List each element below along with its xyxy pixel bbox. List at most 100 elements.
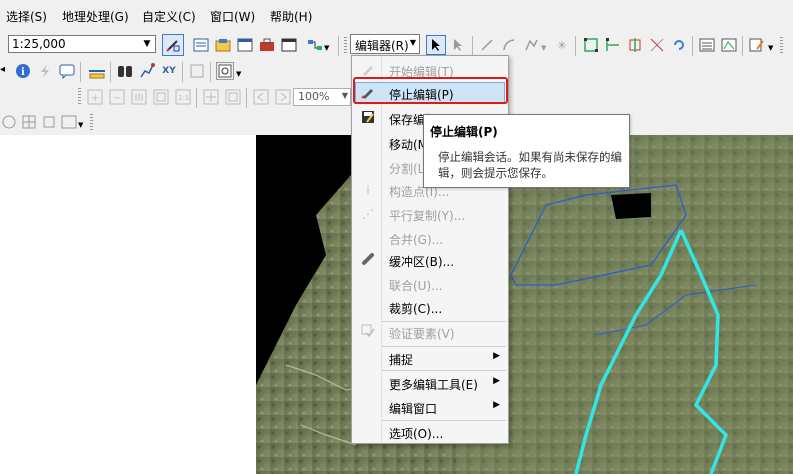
identify-icon[interactable]: i: [14, 62, 32, 80]
html-popup-icon[interactable]: [58, 62, 76, 80]
sketch-properties-icon[interactable]: [720, 36, 738, 54]
layout-zoom-in-icon[interactable]: +: [86, 88, 104, 106]
toolbar-grip[interactable]: [780, 37, 783, 55]
find-icon[interactable]: [116, 62, 134, 80]
highlight-callout-box: [353, 77, 508, 104]
copy-parallel-icon: ⋰: [362, 207, 374, 221]
toolbar-separator: [210, 62, 211, 82]
menu-item-validate-features[interactable]: 验证要素(V): [352, 320, 508, 344]
arctoolbox-icon[interactable]: [258, 36, 276, 54]
point-tool-icon[interactable]: ✳: [553, 36, 571, 54]
fixed-zoom-in-icon[interactable]: [202, 88, 220, 106]
scale-value: 1:25,000: [12, 37, 66, 51]
rotate-tool-icon[interactable]: [670, 36, 688, 54]
toolbar-separator: [196, 88, 197, 108]
measure-icon[interactable]: [88, 62, 106, 80]
validate-features-icon: [360, 324, 376, 340]
tooltip-body: 停止编辑会话。如果有尚未保存的编辑，则会提示您保存。: [438, 150, 622, 180]
hyperlink-icon[interactable]: [36, 62, 54, 80]
chevron-down-icon[interactable]: ▼: [324, 44, 329, 52]
menu-item-snapping[interactable]: 捕捉 ▶: [352, 346, 508, 370]
endpoint-arc-icon[interactable]: [500, 36, 518, 54]
toolbar-separator: [472, 36, 473, 56]
attributes-icon[interactable]: [698, 36, 716, 54]
toolbar-separator: [246, 88, 247, 108]
scale-combobox[interactable]: 1:25,000 ▼: [8, 35, 156, 53]
toolbar-separator: [338, 36, 339, 56]
zoom-value: 100%: [298, 90, 330, 103]
go-to-xy-icon[interactable]: XY: [160, 62, 178, 80]
edit-vertices-icon[interactable]: [582, 36, 600, 54]
menu-select[interactable]: 选择(S): [6, 8, 47, 25]
grid-tool-icon[interactable]: [20, 113, 38, 131]
menu-bar: 选择(S) 地理处理(G) 自定义(C) 窗口(W) 帮助(H): [0, 0, 793, 30]
square-tool-icon[interactable]: [40, 113, 58, 131]
svg-text:−: −: [113, 93, 121, 104]
edit-annotation-tool-icon[interactable]: [450, 36, 468, 54]
chevron-down-icon[interactable]: ▼: [139, 36, 155, 52]
menu-item-label: 更多编辑工具(E): [389, 378, 478, 392]
straight-segment-icon[interactable]: [478, 36, 496, 54]
submenu-arrow-icon: ▶: [493, 376, 500, 386]
toolbar-separator: [182, 62, 183, 82]
reshape-feature-icon[interactable]: [604, 36, 622, 54]
menu-help[interactable]: 帮助(H): [270, 8, 312, 25]
chevron-down-icon[interactable]: ▼: [78, 121, 83, 129]
split-tool-icon[interactable]: [648, 36, 666, 54]
standard-toolbar: 1:25,000 ▼ ▼ 编辑器(R) ▼ ▼ ✳ ▼: [0, 30, 793, 58]
toolbar-grip[interactable]: [90, 114, 93, 132]
menu-item-merge[interactable]: 合并(G)...: [352, 226, 508, 250]
create-features-icon[interactable]: [748, 36, 766, 54]
python-window-icon[interactable]: [280, 36, 298, 54]
menu-item-label: 平行复制(Y)...: [389, 209, 466, 223]
go-forward-extent-icon[interactable]: [274, 88, 292, 106]
layout-zoom-out-icon[interactable]: −: [108, 88, 126, 106]
nodata-patch: [611, 193, 651, 219]
menu-item-clip[interactable]: 裁剪(C)...: [352, 295, 508, 319]
menu-item-label: 缓冲区(B)...: [389, 255, 455, 269]
editor-toolbar-icon[interactable]: [162, 34, 184, 56]
layout-pan-icon[interactable]: [130, 88, 148, 106]
menu-geoprocessing[interactable]: 地理处理(G): [62, 8, 129, 25]
cut-polygons-icon[interactable]: [626, 36, 644, 54]
zoom-whole-page-icon[interactable]: [152, 88, 170, 106]
create-viewer-window-icon[interactable]: [216, 62, 234, 80]
fixed-zoom-out-icon[interactable]: [224, 88, 242, 106]
table-of-contents-icon[interactable]: [192, 36, 210, 54]
edit-tool-icon[interactable]: [426, 35, 446, 55]
menu-item-label: 裁剪(C)...: [389, 302, 443, 316]
menu-item-options[interactable]: 选项(O)...: [352, 420, 508, 444]
svg-text:i: i: [21, 67, 25, 78]
menu-customize[interactable]: 自定义(C): [142, 8, 196, 25]
toolbar-grip[interactable]: [344, 37, 347, 55]
menu-item-buffer[interactable]: 缓冲区(B)...: [352, 248, 508, 272]
chevron-down-icon[interactable]: ▼: [541, 44, 546, 52]
construct-points-icon: ⁞: [366, 183, 370, 197]
catalog-icon[interactable]: [214, 36, 232, 54]
menu-item-more-editing-tools[interactable]: 更多编辑工具(E) ▶: [352, 371, 508, 395]
zoom-percent-combobox[interactable]: 100% ▼: [293, 88, 351, 106]
find-route-icon[interactable]: [138, 62, 156, 80]
menu-item-union[interactable]: 联合(U)...: [352, 272, 508, 296]
menu-item-label: 验证要素(V): [389, 327, 455, 341]
menu-item-copy-parallel[interactable]: ⋰ 平行复制(Y)...: [352, 202, 508, 226]
menu-window[interactable]: 窗口(W): [210, 8, 255, 25]
chevron-down-icon[interactable]: ▼: [768, 44, 773, 52]
toolbar-grip[interactable]: [78, 88, 81, 106]
editor-dropdown-button[interactable]: 编辑器(R) ▼: [350, 34, 420, 54]
go-back-extent-icon[interactable]: [252, 88, 270, 106]
trace-icon[interactable]: [522, 36, 540, 54]
toolbar-separator: [575, 36, 576, 56]
menu-item-label: 编辑窗口: [389, 402, 438, 416]
submenu-arrow-icon: ▶: [493, 351, 500, 361]
model-builder-icon[interactable]: [306, 36, 324, 54]
svg-text:+: +: [91, 93, 99, 104]
circle-tool-icon[interactable]: [0, 113, 18, 131]
search-window-icon[interactable]: [236, 36, 254, 54]
chevron-down-icon[interactable]: ▼: [236, 70, 241, 78]
zoom-100-icon[interactable]: 1:1: [174, 88, 192, 106]
time-slider-icon[interactable]: [188, 62, 206, 80]
menu-item-editing-windows[interactable]: 编辑窗口 ▶: [352, 395, 508, 419]
rectangle-tool-icon[interactable]: [60, 113, 78, 131]
toolbar-separator: [692, 36, 693, 56]
